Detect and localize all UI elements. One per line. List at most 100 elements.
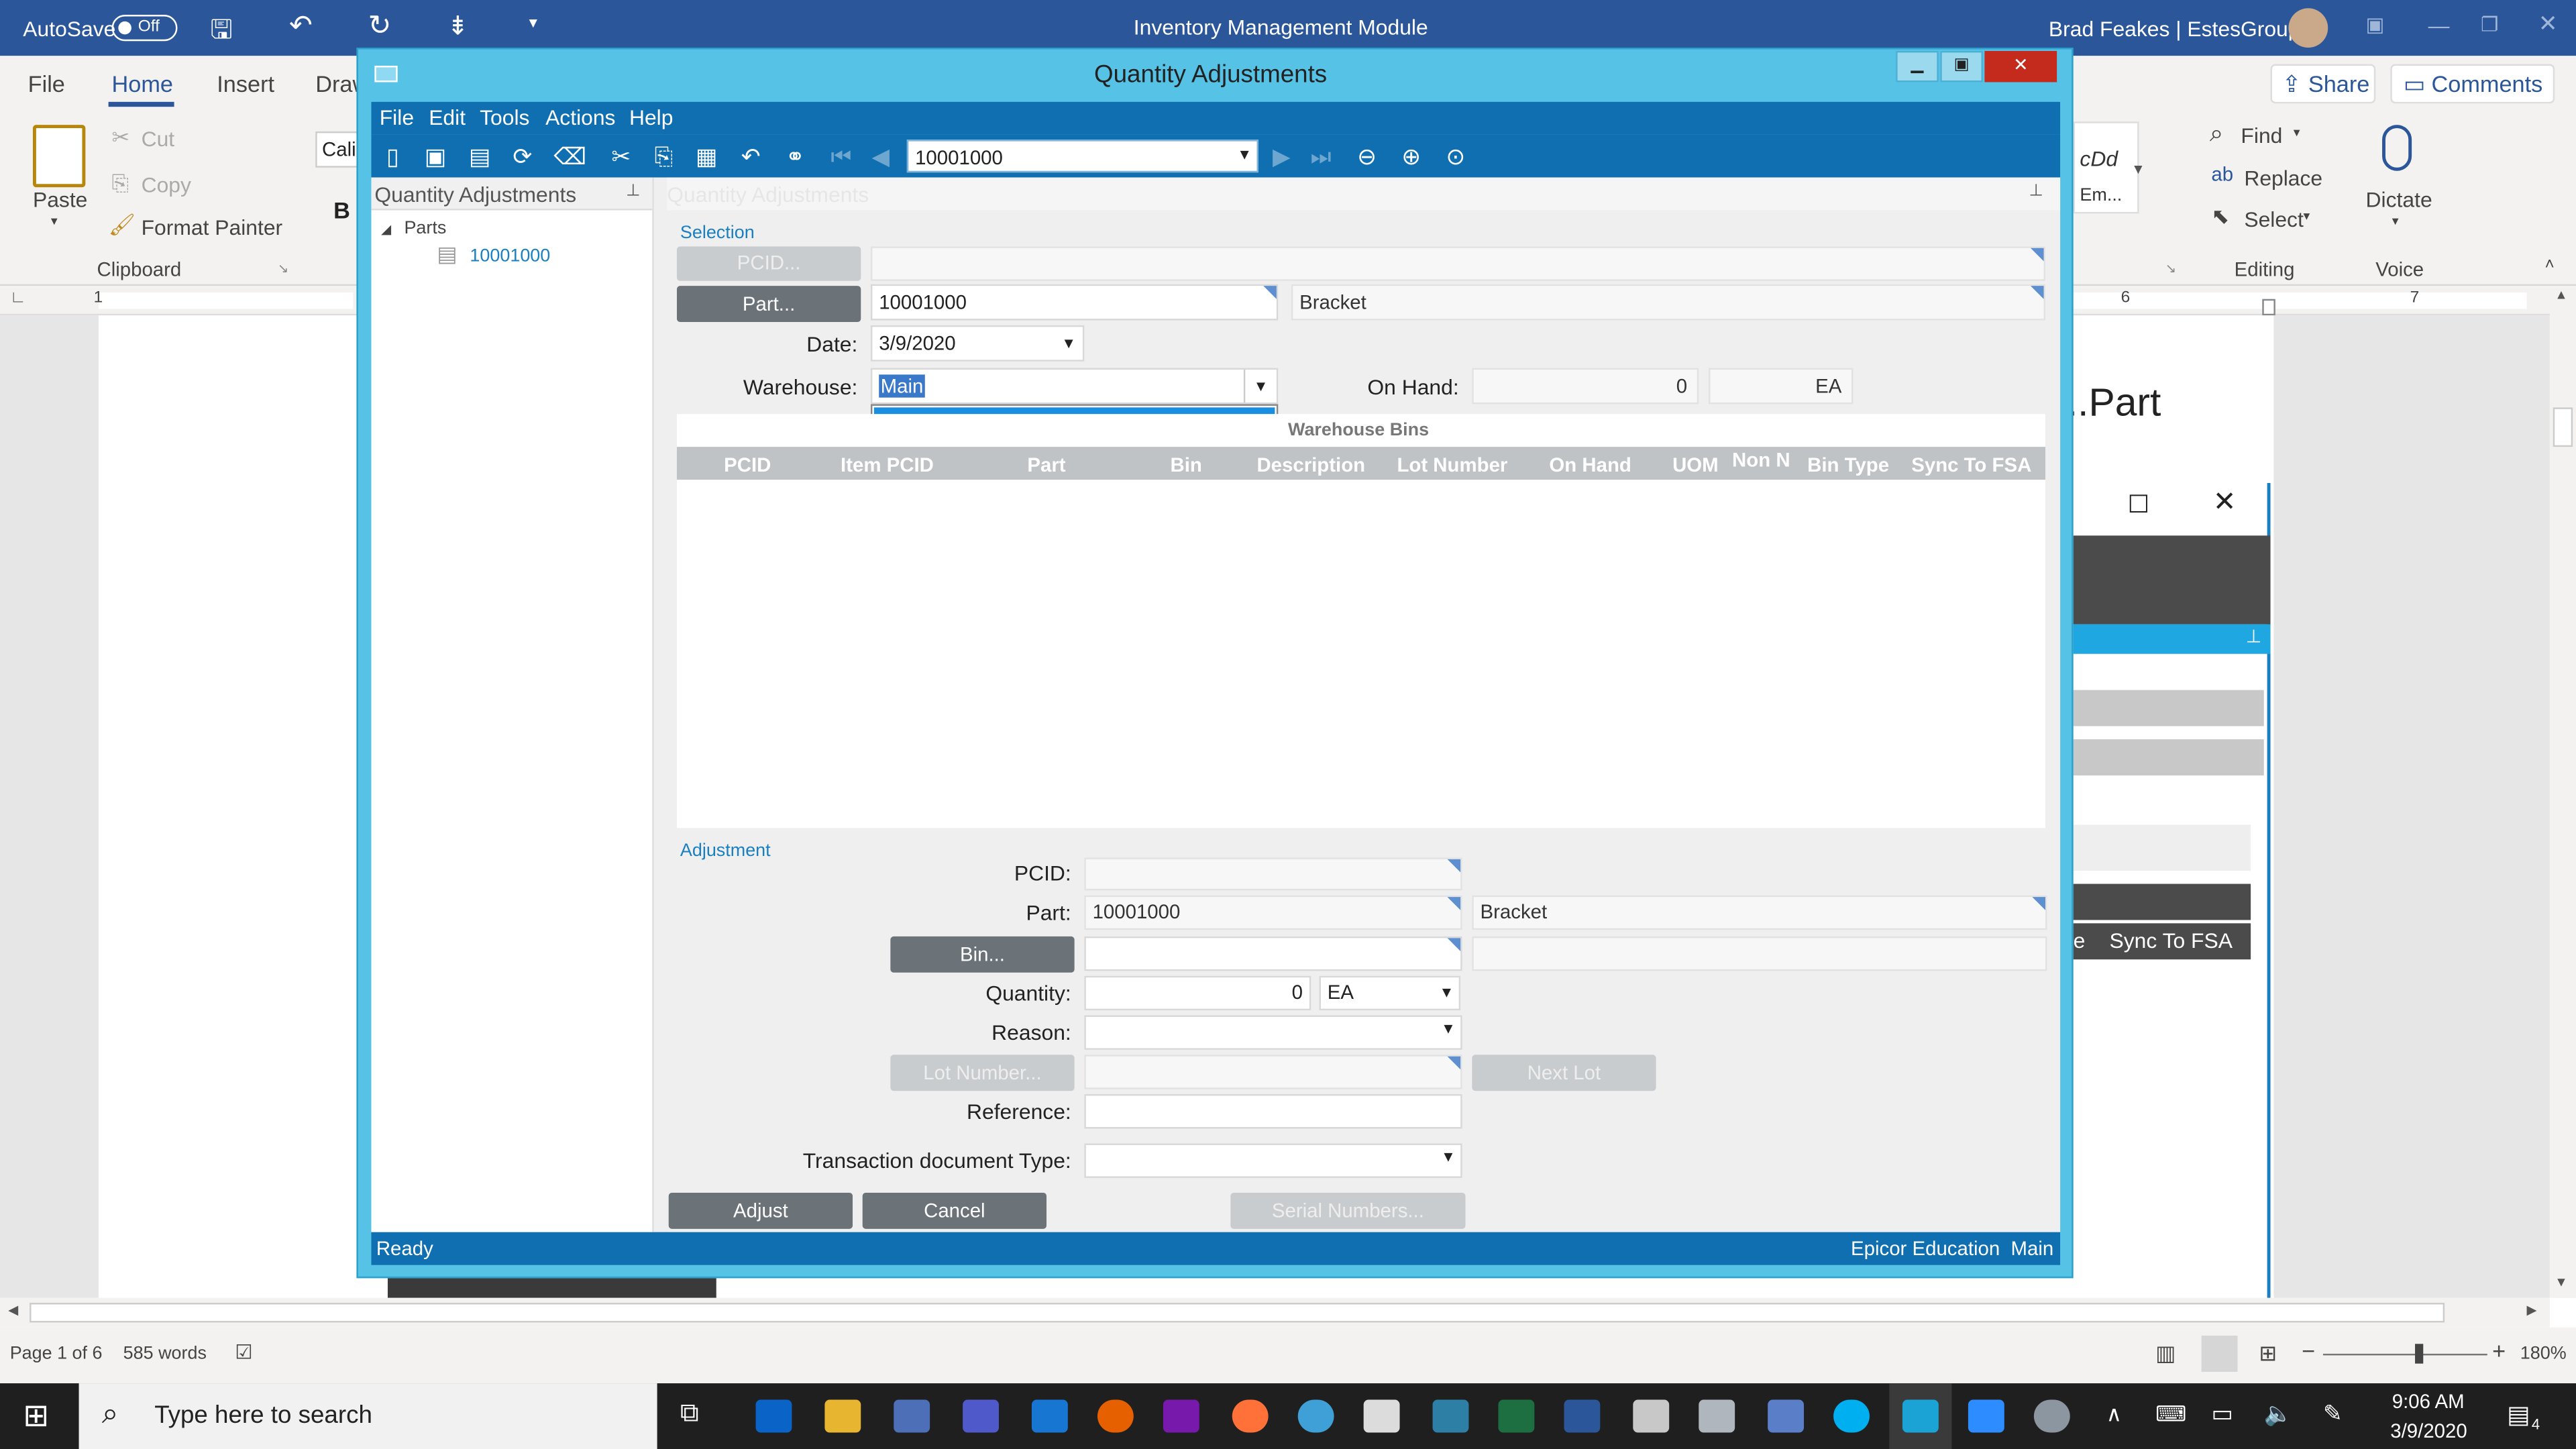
chevron-down-icon[interactable]: ▼: [1237, 146, 1252, 162]
excel-icon[interactable]: [1498, 1399, 1535, 1433]
find-dropdown-icon[interactable]: ▾: [2294, 125, 2300, 140]
network-icon[interactable]: ▭: [2211, 1400, 2233, 1428]
clear-icon[interactable]: ⌫: [553, 143, 586, 169]
word-icon[interactable]: [1564, 1399, 1601, 1433]
paste-icon[interactable]: ▦: [693, 143, 719, 169]
bin-input[interactable]: [1084, 936, 1462, 971]
file-explorer-icon[interactable]: [824, 1399, 861, 1433]
input-method-icon[interactable]: ⌨: [2155, 1401, 2186, 1428]
tray-chevron-icon[interactable]: ∧: [2106, 1401, 2122, 1428]
cut-icon[interactable]: ✂: [608, 143, 634, 169]
microphone-icon[interactable]: [2382, 125, 2412, 171]
chevron-down-icon[interactable]: ▼: [1441, 1148, 1456, 1165]
windows-start-icon[interactable]: ⊞: [23, 1398, 49, 1436]
reference-input[interactable]: [1084, 1094, 1462, 1129]
undo-icon[interactable]: ↶: [289, 10, 313, 43]
tree-root-parts[interactable]: Parts: [404, 219, 446, 238]
zoom-icon[interactable]: [1968, 1399, 2004, 1433]
taskbar-search-box[interactable]: ⌕ Type here to search: [78, 1383, 657, 1449]
chevron-down-icon[interactable]: ▼: [1441, 1020, 1456, 1036]
horizontal-scrollbar[interactable]: ◀ ▶: [0, 1297, 2550, 1328]
binoculars-icon[interactable]: ⚭: [782, 143, 808, 169]
column-header-lot-number[interactable]: Lot Number: [1390, 453, 1515, 476]
zoom-out-icon[interactable]: −: [2302, 1337, 2315, 1363]
firefox-dev-icon[interactable]: [1232, 1399, 1269, 1433]
copy-label[interactable]: Copy: [142, 172, 191, 197]
menu-file[interactable]: File: [380, 105, 414, 130]
forward-icon[interactable]: ⊕: [1398, 143, 1424, 169]
date-picker[interactable]: 3/9/2020 ▼: [870, 325, 1085, 362]
tree-node-part[interactable]: 10001000: [470, 246, 550, 266]
dialog-minimize-button[interactable]: ▁: [1896, 50, 1939, 83]
misc-app-icon[interactable]: [2033, 1399, 2070, 1433]
dialog-close-button[interactable]: ✕: [1984, 50, 2057, 83]
column-header-part[interactable]: Part: [956, 453, 1136, 476]
collapse-ribbon-icon[interactable]: ˄: [2545, 256, 2555, 274]
tab-home[interactable]: Home: [112, 70, 173, 97]
transaction-type-combo[interactable]: ▼: [1084, 1143, 1462, 1178]
save-icon[interactable]: 🖫: [210, 11, 232, 56]
skype-icon[interactable]: [1833, 1399, 1870, 1433]
styles-more-icon[interactable]: ▾: [2134, 161, 2142, 179]
scroll-right-icon[interactable]: ▶: [2527, 1303, 2537, 1318]
dialog-launcher-icon[interactable]: ↘: [278, 261, 288, 276]
back-icon[interactable]: ⊖: [1354, 143, 1380, 169]
share-button[interactable]: ⇪ Share: [2270, 64, 2376, 104]
chevron-down-icon[interactable]: ▼: [1440, 977, 1454, 1009]
part-navigation-combo[interactable]: 10001000 ▼: [906, 140, 1258, 173]
autosave-toggle[interactable]: Off: [111, 15, 178, 42]
firefox-icon[interactable]: [1097, 1399, 1134, 1433]
part-input[interactable]: 10001000: [870, 284, 1279, 321]
select-label[interactable]: Select: [2244, 207, 2304, 232]
styles-gallery[interactable]: cDd Em...: [2073, 121, 2139, 214]
calculator-icon[interactable]: [1363, 1399, 1400, 1433]
adjust-button[interactable]: Adjust: [668, 1192, 853, 1229]
tab-insert[interactable]: Insert: [217, 70, 274, 97]
clock-time[interactable]: 9:06 AM: [2392, 1390, 2465, 1413]
menu-edit[interactable]: Edit: [429, 105, 466, 130]
cancel-button[interactable]: Cancel: [862, 1192, 1047, 1229]
avatar[interactable]: [2288, 8, 2328, 48]
satellite-app-icon[interactable]: [1633, 1399, 1670, 1433]
save-icon[interactable]: ▣: [422, 143, 448, 169]
edge-icon[interactable]: [1031, 1399, 1068, 1433]
indent-marker[interactable]: [2262, 299, 2275, 316]
menu-tools[interactable]: Tools: [480, 105, 529, 130]
word-count[interactable]: 585 words: [123, 1344, 207, 1363]
new-icon[interactable]: ▯: [380, 143, 406, 169]
network-app-icon[interactable]: [1432, 1399, 1469, 1433]
remote-app-icon[interactable]: [894, 1399, 930, 1433]
tab-file[interactable]: File: [28, 70, 65, 97]
redo-icon[interactable]: ↻: [368, 10, 392, 43]
find-label[interactable]: Find: [2241, 123, 2282, 148]
replace-label[interactable]: Replace: [2244, 166, 2322, 191]
column-header-uom[interactable]: UOM: [1666, 453, 1725, 476]
menu-help[interactable]: Help: [629, 105, 674, 130]
paste-icon[interactable]: [32, 125, 86, 188]
menu-actions[interactable]: Actions: [545, 105, 615, 130]
paste-label[interactable]: Paste: [33, 187, 87, 212]
remote-app-icon-2[interactable]: [1768, 1399, 1805, 1433]
chevron-down-icon[interactable]: ▼: [1243, 370, 1277, 403]
column-header-pcid[interactable]: PCID: [677, 453, 818, 476]
select-dropdown-icon[interactable]: ▾: [2303, 209, 2310, 223]
scroll-thumb[interactable]: [2553, 407, 2573, 447]
task-view-icon[interactable]: ⧉: [680, 1400, 699, 1430]
scroll-down-icon[interactable]: ▼: [2555, 1275, 2567, 1289]
epicor-icon[interactable]: [1902, 1399, 1939, 1433]
proofing-icon[interactable]: ☑: [235, 1340, 252, 1363]
zoom-slider[interactable]: [2322, 1353, 2487, 1356]
part-button[interactable]: Part...: [676, 286, 861, 323]
vertical-scrollbar[interactable]: ▲ ▼: [2549, 286, 2576, 1298]
column-header-item-pcid[interactable]: Item PCID: [822, 453, 953, 476]
scroll-up-icon[interactable]: ▲: [2555, 288, 2567, 303]
page-count[interactable]: Page 1 of 6: [10, 1344, 103, 1363]
print-layout-icon[interactable]: [2201, 1336, 2238, 1372]
zoom-slider-thumb[interactable]: [2415, 1344, 2424, 1364]
bold-button[interactable]: B: [333, 197, 350, 223]
column-header-description[interactable]: Description: [1236, 453, 1387, 476]
reason-combo[interactable]: ▼: [1084, 1015, 1462, 1050]
copy-icon[interactable]: ⎘: [651, 143, 677, 169]
column-header-sync-to-fsa[interactable]: Sync To FSA: [1902, 453, 2041, 476]
web-layout-icon[interactable]: ⊞: [2259, 1340, 2277, 1366]
